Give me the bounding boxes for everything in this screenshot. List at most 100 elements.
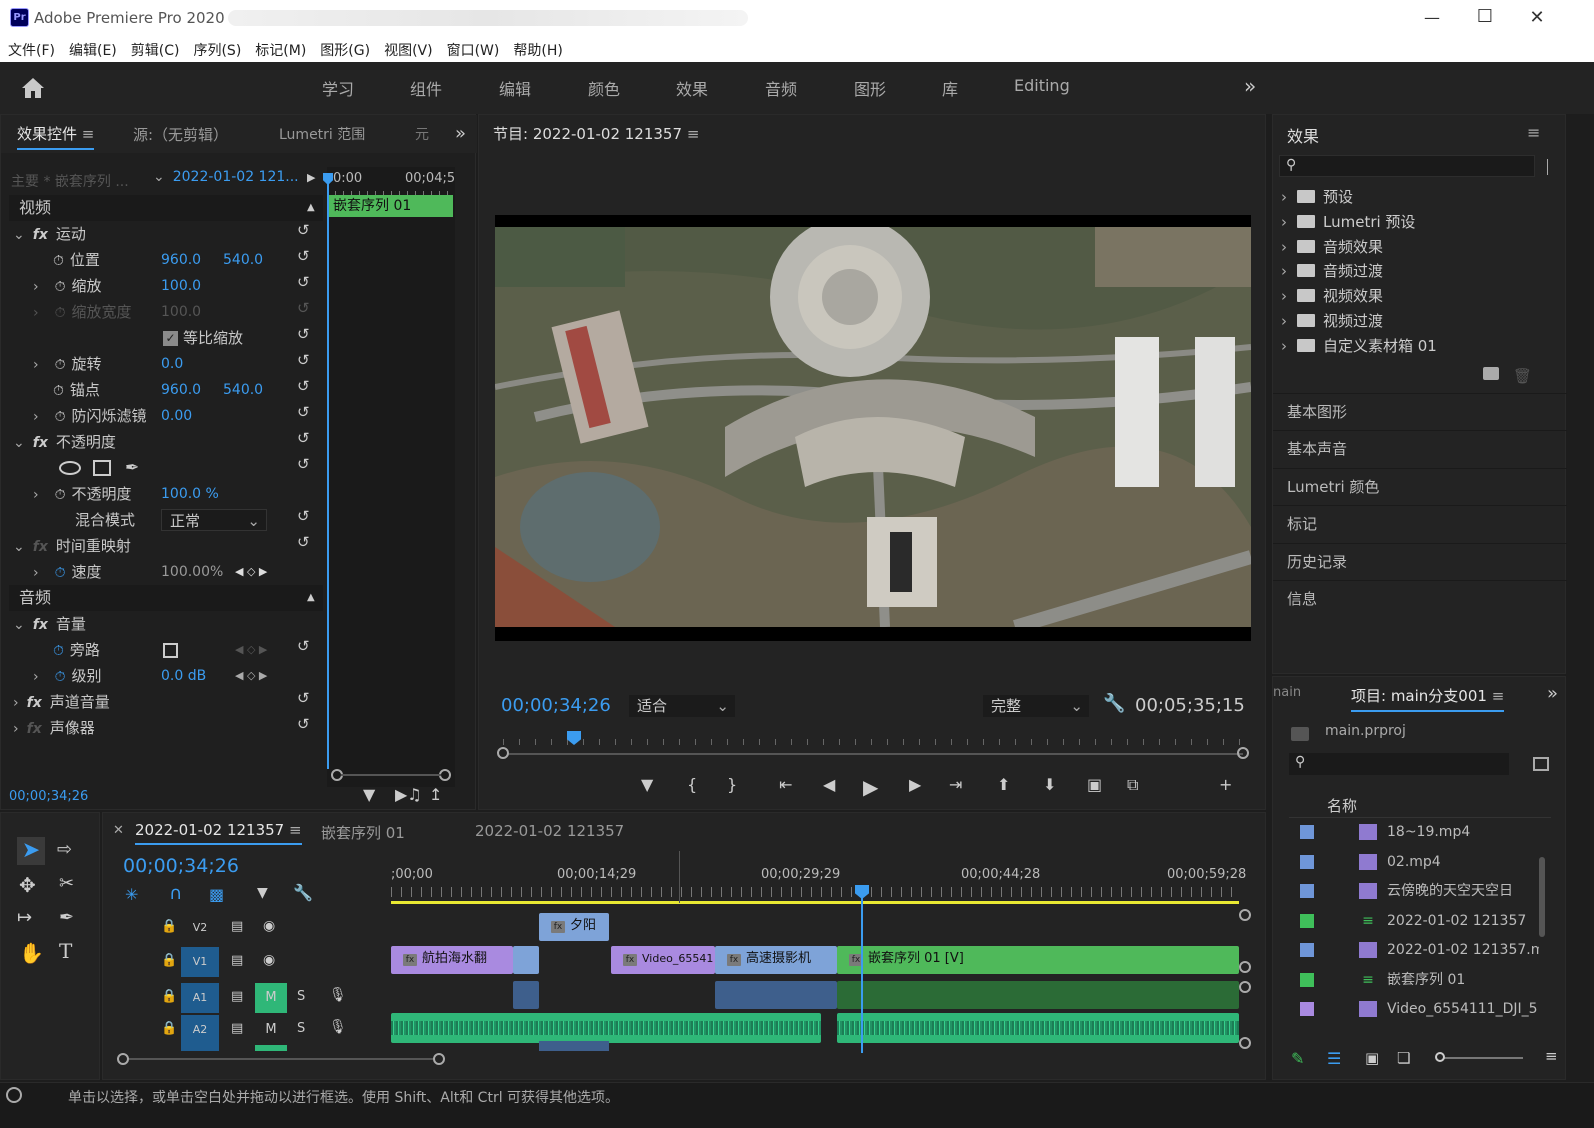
stopwatch-icon[interactable]: ⏱ <box>55 560 66 586</box>
stopwatch-icon[interactable]: ⏱ <box>55 482 66 508</box>
icon-view-icon[interactable]: ▣ <box>1365 1049 1379 1067</box>
clip-aerial[interactable]: fx 航拍海水翻 <box>391 946 513 974</box>
workspace-tab[interactable]: 颜色 <box>588 76 620 100</box>
home-icon[interactable] <box>20 76 46 100</box>
panel-overflow-icon[interactable]: » <box>455 123 466 144</box>
menu-item[interactable]: 标记(M) <box>255 40 306 60</box>
opacity-group[interactable]: ⌄ fx 不透明度 <box>9 429 116 455</box>
anchor-x-value[interactable]: 960.0 <box>161 377 201 403</box>
workspace-tab[interactable]: 图形 <box>854 76 886 100</box>
vscroll-bottom[interactable] <box>1239 1037 1251 1049</box>
project-item[interactable]: ≡ 2022-01-02 121357 <box>1289 906 1539 936</box>
menu-item[interactable]: 图形(G) <box>320 40 370 60</box>
work-area-bar[interactable] <box>391 901 1239 904</box>
project-item[interactable]: ≡ 嵌套序列 01 <box>1289 965 1539 995</box>
extract-icon[interactable]: ⬇ <box>1043 775 1056 794</box>
track-select-tool-icon[interactable]: ⇨ <box>57 839 72 860</box>
ec-nested-clip[interactable]: 嵌套序列 01 <box>329 195 453 217</box>
reset-icon[interactable]: ↺ <box>297 403 310 421</box>
tab-overflow[interactable]: 元 <box>415 124 429 144</box>
uniform-scale-checkbox[interactable]: ✓ <box>163 331 178 346</box>
effects-section[interactable]: 信息 <box>1273 580 1567 617</box>
mark-out-icon[interactable]: } <box>727 775 737 794</box>
play-only-clip-icon[interactable]: ▶ <box>307 171 315 184</box>
menu-item[interactable]: 窗口(W) <box>447 40 500 60</box>
vscroll-a1[interactable] <box>1239 981 1251 993</box>
stopwatch-icon[interactable]: ⏱ <box>53 378 64 404</box>
slip-tool-icon[interactable]: ↦ <box>17 907 32 928</box>
minimize-button[interactable]: — <box>1410 4 1454 32</box>
linked-selection-icon[interactable]: ▩ <box>209 885 224 904</box>
track-label[interactable]: V2 <box>181 913 219 943</box>
export-icon[interactable]: ↥ <box>429 785 442 804</box>
reset-icon[interactable]: ↺ <box>297 637 310 655</box>
position-x-value[interactable]: 960.0 <box>161 247 201 273</box>
go-to-out-icon[interactable]: ⇥ <box>949 775 962 794</box>
scrubber-end[interactable] <box>1237 747 1249 759</box>
label-color-swatch[interactable] <box>1299 824 1315 840</box>
opacity-value[interactable]: 100.0 % <box>161 481 219 507</box>
play-icon[interactable]: ▶ <box>863 775 878 799</box>
pen-tool-icon[interactable]: ✒ <box>59 907 74 928</box>
reset-icon[interactable]: ↺ <box>297 455 310 473</box>
lock-icon[interactable]: 🔒 <box>161 989 177 1004</box>
stopwatch-icon[interactable]: ⏱ <box>53 248 64 274</box>
wrench-icon[interactable]: 🔧 <box>1103 693 1125 714</box>
antiflicker-value[interactable]: 0.00 <box>161 403 192 429</box>
pen-mask-icon[interactable]: ✒ <box>125 455 139 481</box>
snap-icon[interactable]: ∩ <box>169 883 182 904</box>
rectangle-mask-icon[interactable] <box>93 460 111 476</box>
stopwatch-icon[interactable]: ⏱ <box>55 352 66 378</box>
step-forward-icon[interactable]: ▶ <box>909 775 921 794</box>
effects-tree-item[interactable]: › 音频过渡 <box>1281 259 1383 284</box>
compare-icon[interactable]: ⧉ <box>1127 775 1138 795</box>
hand-tool-icon[interactable]: ✋ <box>19 941 44 965</box>
label-color-swatch[interactable] <box>1299 883 1315 899</box>
blend-mode-select[interactable]: 正常 ⌄ <box>161 509 267 531</box>
vscroll-v1[interactable] <box>1239 961 1251 973</box>
workspace-tab[interactable]: 学习 <box>322 76 354 100</box>
sort-icon[interactable]: ≡ <box>1545 1047 1558 1065</box>
play-audio-icon[interactable]: ▶♫ <box>395 785 422 804</box>
menu-item[interactable]: 剪辑(C) <box>131 40 180 60</box>
reset-icon[interactable]: ↺ <box>297 273 310 291</box>
rotation-value[interactable]: 0.0 <box>161 351 183 377</box>
microphone-icon[interactable]: 🎙 <box>329 987 347 1003</box>
label-color-swatch[interactable] <box>1299 1001 1315 1017</box>
speed-value[interactable]: 100.00% <box>161 559 223 585</box>
scrubber-start[interactable] <box>497 747 509 759</box>
stopwatch-icon[interactable]: ⏱ <box>55 404 66 430</box>
timeline-settings-icon[interactable]: 🔧 <box>293 883 313 902</box>
close-tab-icon[interactable]: ✕ <box>113 823 124 838</box>
menu-item[interactable]: 帮助(H) <box>513 40 562 60</box>
filter-icon[interactable]: ▼ <box>363 785 375 804</box>
microphone-icon[interactable]: 🎙 <box>329 1019 347 1035</box>
workspace-tab[interactable]: 音频 <box>765 76 797 100</box>
effects-tree-item[interactable]: › Lumetri 预设 <box>1281 210 1415 235</box>
freeform-view-icon[interactable]: ❏ <box>1397 1049 1410 1067</box>
tab-effect-controls[interactable]: 效果控件 ≡ <box>17 123 95 150</box>
reset-icon[interactable]: ↺ <box>297 325 310 343</box>
audio-clip-a2-2[interactable] <box>837 1013 1239 1043</box>
audio-clip-a1-1[interactable] <box>513 981 539 1009</box>
effects-tree-item[interactable]: › 视频效果 <box>1281 284 1383 309</box>
clip-dropdown[interactable]: ⌄ 2022-01-02 121... <box>153 169 303 191</box>
bypass-checkbox[interactable] <box>163 643 178 658</box>
position-y-value[interactable]: 540.0 <box>223 247 263 273</box>
name-column-header[interactable]: 名称 <box>1327 795 1357 816</box>
track-label[interactable]: A2 <box>181 1015 219 1045</box>
zoom-slider[interactable] <box>1435 1052 1523 1062</box>
label-color-swatch[interactable] <box>1299 912 1315 929</box>
workspace-tab[interactable]: 库 <box>942 76 958 100</box>
menu-item[interactable]: 序列(S) <box>193 40 241 60</box>
panel-overflow-icon[interactable]: » <box>1547 683 1558 704</box>
effects-section[interactable]: 基本图形 <box>1273 393 1567 430</box>
add-marker-icon[interactable]: ▼ <box>257 885 268 901</box>
effects-menu-icon[interactable]: ≡ <box>1527 123 1540 142</box>
reset-icon[interactable]: ↺ <box>297 247 310 265</box>
workspaces-overflow-icon[interactable]: » <box>1244 74 1256 98</box>
sync-lock-icon[interactable]: ▤ <box>231 919 243 934</box>
step-back-icon[interactable]: ◀ <box>823 775 835 794</box>
lock-icon[interactable]: 🔒 <box>161 1021 177 1036</box>
program-scrubber[interactable] <box>497 731 1249 761</box>
